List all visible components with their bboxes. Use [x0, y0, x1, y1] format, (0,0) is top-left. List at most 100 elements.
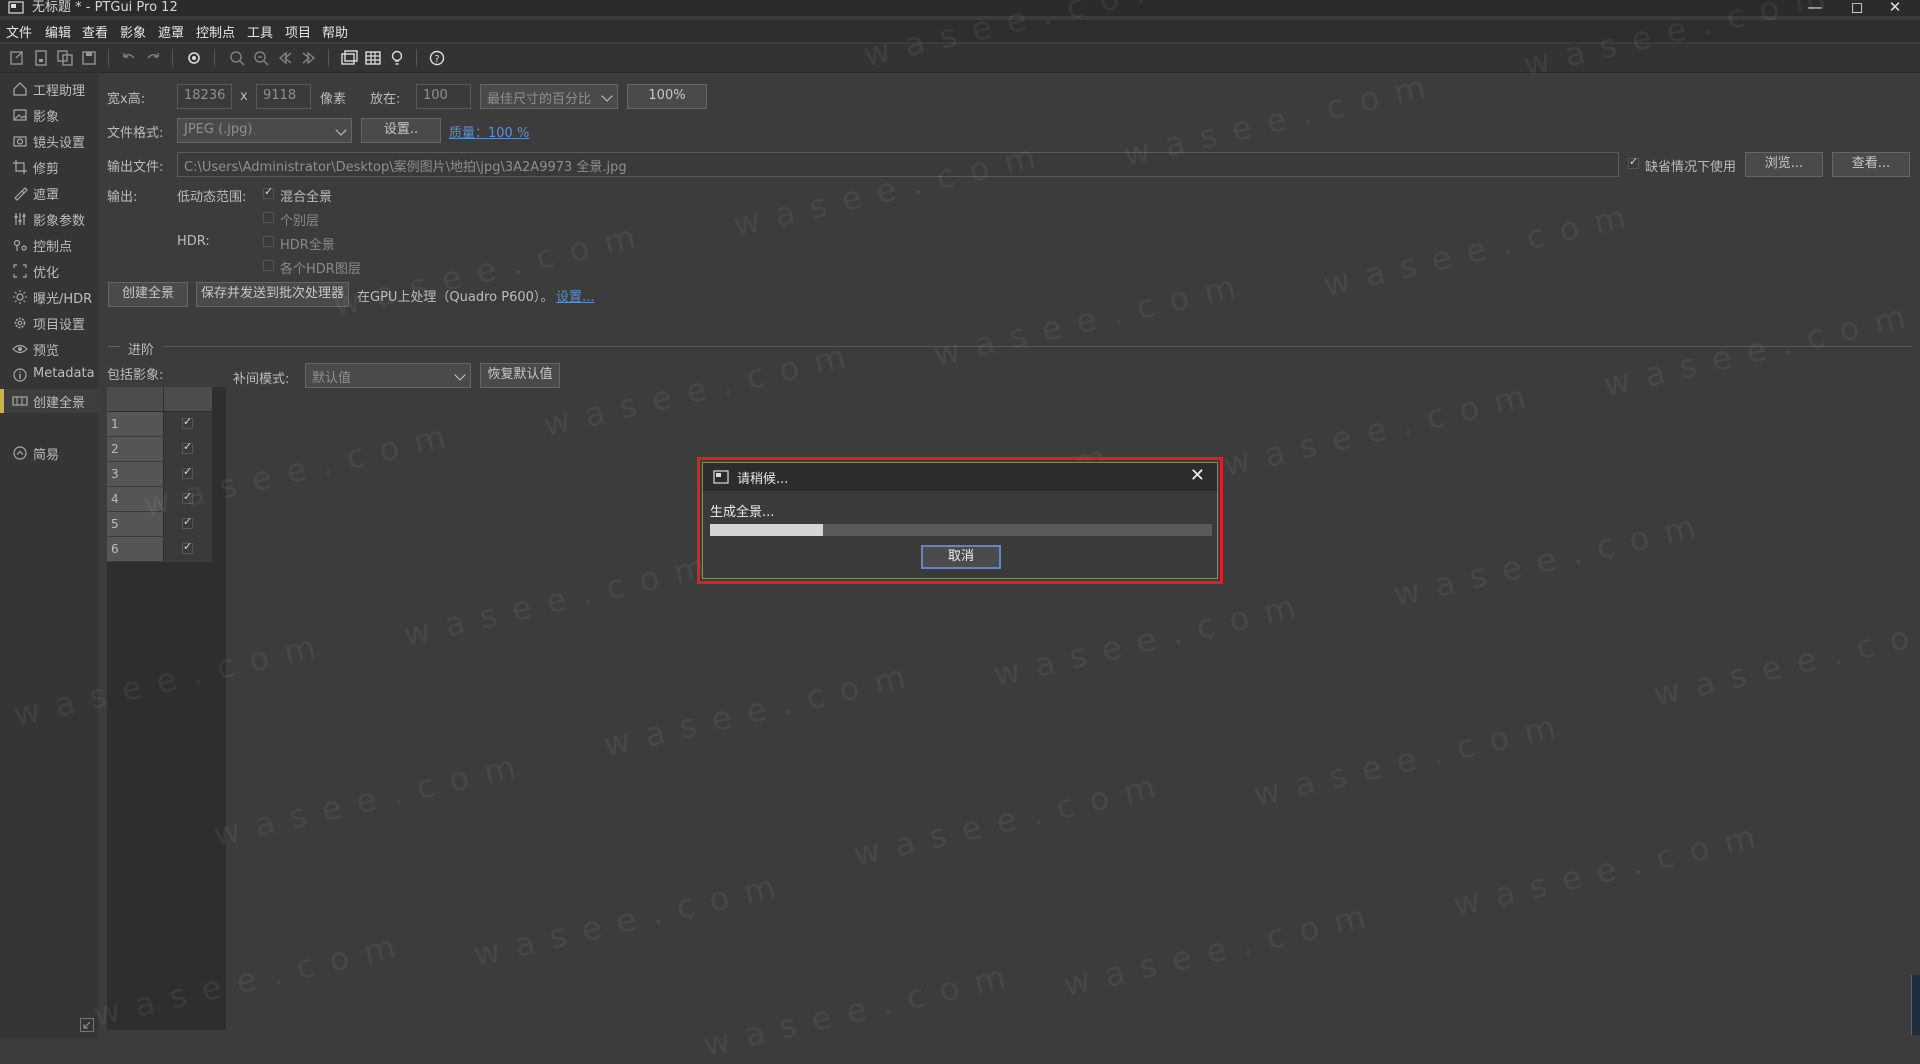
watermark: wasee.com	[1389, 504, 1715, 614]
create-panorama-button[interactable]: 创建全景	[108, 282, 188, 307]
restore-defaults-button[interactable]: 恢复默认值	[480, 363, 560, 388]
format-settings-button[interactable]: 设置..	[361, 118, 441, 143]
settings-gear-icon[interactable]	[185, 49, 203, 67]
maximize-icon[interactable]: ◻	[1842, 0, 1872, 16]
toolbar-separator	[108, 49, 109, 67]
chevron-up-circle-icon	[13, 446, 27, 460]
ldr-label: 低动态范围:	[177, 190, 247, 205]
sidebar-item-simple[interactable]: 简易	[0, 441, 98, 465]
include-image-checkbox[interactable]	[182, 440, 193, 454]
panorama-editor-icon[interactable]	[340, 49, 358, 67]
table-row[interactable]: 6	[107, 537, 212, 562]
include-image-checkbox[interactable]	[182, 540, 193, 554]
sidebar-item-crop[interactable]: 修剪	[0, 155, 98, 179]
undo-icon[interactable]	[120, 49, 138, 67]
sidebar-item-label: 创建全景	[33, 396, 86, 411]
menu-tools[interactable]: 工具	[247, 22, 273, 41]
watermark: wasee.com	[729, 134, 1055, 244]
row-number: 1	[111, 417, 119, 431]
watermark: wasee.com	[599, 654, 925, 764]
interpolation-select[interactable]: 默认值	[305, 363, 471, 388]
chevron-down-icon	[601, 90, 613, 102]
watermark: wasee.com	[539, 334, 865, 444]
height-input[interactable]: 9118	[256, 84, 311, 109]
blended-panorama-checkbox[interactable]	[263, 185, 274, 199]
table-row[interactable]: 2	[107, 437, 212, 462]
sidebar-item-optimize[interactable]: 优化	[0, 259, 98, 283]
sidebar-item-project-assistant[interactable]: 工程助理	[0, 77, 98, 101]
menu-edit[interactable]: 编辑	[45, 22, 71, 41]
copy-icon[interactable]	[56, 49, 74, 67]
menu-file[interactable]: 文件	[6, 22, 32, 41]
interpolation-label: 补间模式:	[233, 372, 290, 387]
sidebar-item-image-parameters[interactable]: 影象参数	[0, 207, 98, 231]
sidebar-item-mask[interactable]: 遮罩	[0, 181, 98, 205]
watermark: wasee.com	[1219, 374, 1545, 484]
previous-icon[interactable]	[276, 49, 294, 67]
dialog-message: 生成全景...	[710, 505, 775, 520]
next-icon[interactable]	[300, 49, 318, 67]
sidebar-item-preview[interactable]: 预览	[0, 337, 98, 361]
new-project-icon[interactable]	[8, 49, 26, 67]
svg-text:?: ?	[434, 54, 439, 65]
gpu-settings-link[interactable]: 设置...	[556, 286, 594, 305]
quality-link[interactable]: 质量：100 %	[449, 122, 529, 141]
open-project-icon[interactable]	[32, 49, 50, 67]
browse-button[interactable]: 浏览...	[1745, 152, 1823, 177]
menu-mask[interactable]: 遮罩	[158, 22, 184, 41]
pin-icon	[13, 239, 27, 251]
sidebar-item-label: 项目设置	[33, 318, 86, 333]
sidebar-item-images[interactable]: 影象	[0, 103, 98, 127]
sidebar-item-control-points[interactable]: 控制点	[0, 233, 98, 257]
zoom-out-icon[interactable]	[252, 49, 270, 67]
sidebar-item-label: 优化	[33, 266, 60, 281]
watermark: wasee.com	[329, 214, 655, 324]
view-button[interactable]: 查看...	[1832, 152, 1910, 177]
menu-control-points[interactable]: 控制点	[196, 22, 235, 41]
gear-icon	[14, 317, 26, 329]
save-and-batch-button[interactable]: 保存并发送到批次处理器	[196, 282, 349, 307]
menu-help[interactable]: 帮助	[322, 22, 348, 41]
sidebar-item-metadata[interactable]: Metadata	[0, 363, 98, 387]
individual-layers-checkbox[interactable]	[263, 212, 274, 223]
eye-icon	[12, 344, 28, 354]
sidebar-item-project-settings[interactable]: 项目设置	[0, 311, 98, 335]
advanced-section-label[interactable]: 进阶	[128, 339, 154, 358]
menu-image[interactable]: 影象	[120, 22, 146, 41]
include-image-checkbox[interactable]	[182, 515, 193, 529]
watermark: wasee.com	[699, 954, 1025, 1064]
scale-mode-select[interactable]: 最佳尺寸的百分比	[480, 84, 618, 109]
scale-mode-value: 最佳尺寸的百分比	[487, 92, 592, 107]
sidebar-item-label: 修剪	[33, 162, 60, 177]
help-icon[interactable]: ?	[428, 49, 446, 67]
sidebar-item-create-panorama[interactable]: 创建全景	[0, 389, 98, 413]
include-image-checkbox[interactable]	[182, 415, 193, 429]
hdr-layers-checkbox[interactable]	[263, 260, 274, 271]
sidebar-item-lens-settings[interactable]: 镜头设置	[0, 129, 98, 153]
side-panel-handle[interactable]	[1911, 975, 1920, 1035]
sidebar: 工程助理 影象 镜头设置 修剪 遮罩 影象参数 控制点 优化 曝光/HDR 项目…	[0, 73, 98, 1038]
row-number: 4	[111, 492, 119, 506]
file-format-select[interactable]: JPEG (.jpg)	[177, 118, 352, 143]
scale-input[interactable]: 100	[416, 84, 471, 109]
close-icon[interactable]: ✕	[1880, 0, 1910, 16]
sidebar-item-exposure-hdr[interactable]: 曝光/HDR	[0, 285, 98, 309]
zoom-in-icon[interactable]	[228, 49, 246, 67]
grid-icon[interactable]	[364, 49, 382, 67]
width-input[interactable]: 18236	[177, 84, 232, 109]
menu-project[interactable]: 项目	[285, 22, 311, 41]
cancel-button[interactable]: 取消	[921, 545, 1001, 569]
menu-view[interactable]: 查看	[82, 22, 108, 41]
redo-icon[interactable]	[144, 49, 162, 67]
watermark: wasee.com	[1449, 814, 1775, 924]
sidebar-item-label: 影象	[33, 110, 60, 125]
percent-100-button[interactable]: 100%	[627, 84, 707, 109]
bulb-icon[interactable]	[388, 49, 406, 67]
table-row[interactable]: 1	[107, 412, 212, 437]
collapse-sidebar-icon[interactable]	[80, 1018, 94, 1032]
close-icon[interactable]: ✕	[1190, 465, 1205, 486]
hdr-label: HDR:	[177, 234, 210, 249]
save-icon[interactable]	[80, 49, 98, 67]
hdr-panorama-checkbox[interactable]	[263, 236, 274, 247]
default-location-checkbox[interactable]	[1628, 155, 1639, 169]
